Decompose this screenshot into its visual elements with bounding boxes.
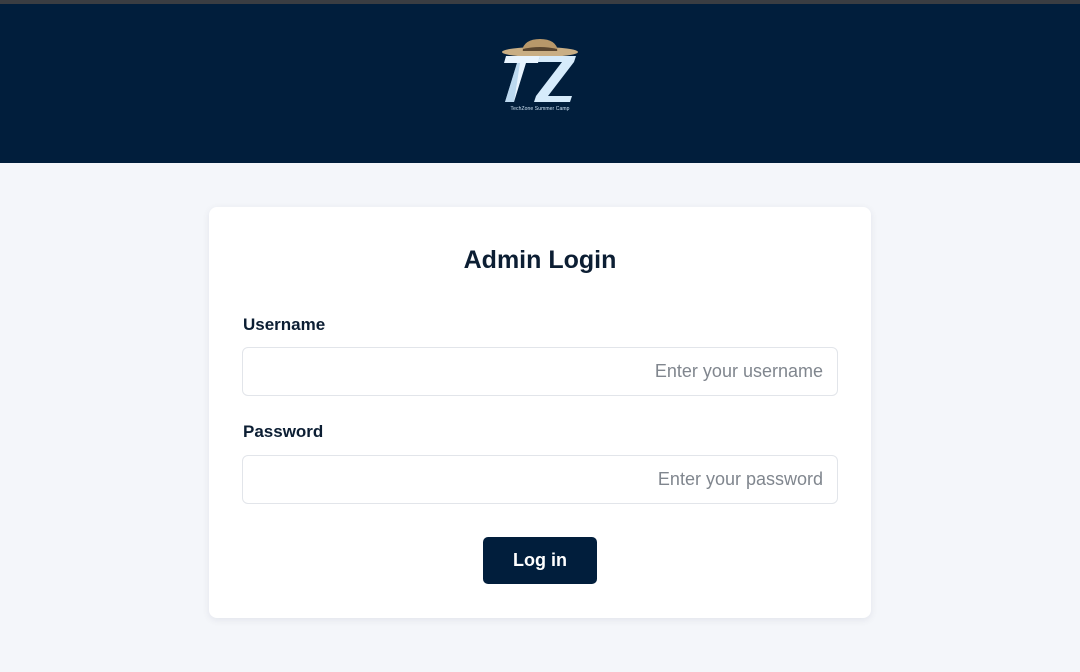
username-input[interactable]: [242, 347, 838, 396]
logo-graphic-icon: [502, 39, 578, 102]
techzone-logo[interactable]: TechZone Summer Camp: [496, 34, 584, 120]
site-header: TechZone Summer Camp: [0, 4, 1080, 163]
password-input[interactable]: [242, 455, 838, 504]
password-label: Password: [243, 422, 324, 441]
login-button[interactable]: Log in: [483, 537, 597, 584]
username-label: Username: [243, 315, 326, 334]
login-card: Admin Login Username Password Log in: [209, 207, 871, 618]
login-page: TechZone Summer Camp Admin Login Usernam…: [0, 0, 1080, 672]
page-title: Admin Login: [463, 246, 617, 274]
logo-caption: TechZone Summer Camp: [510, 106, 570, 112]
